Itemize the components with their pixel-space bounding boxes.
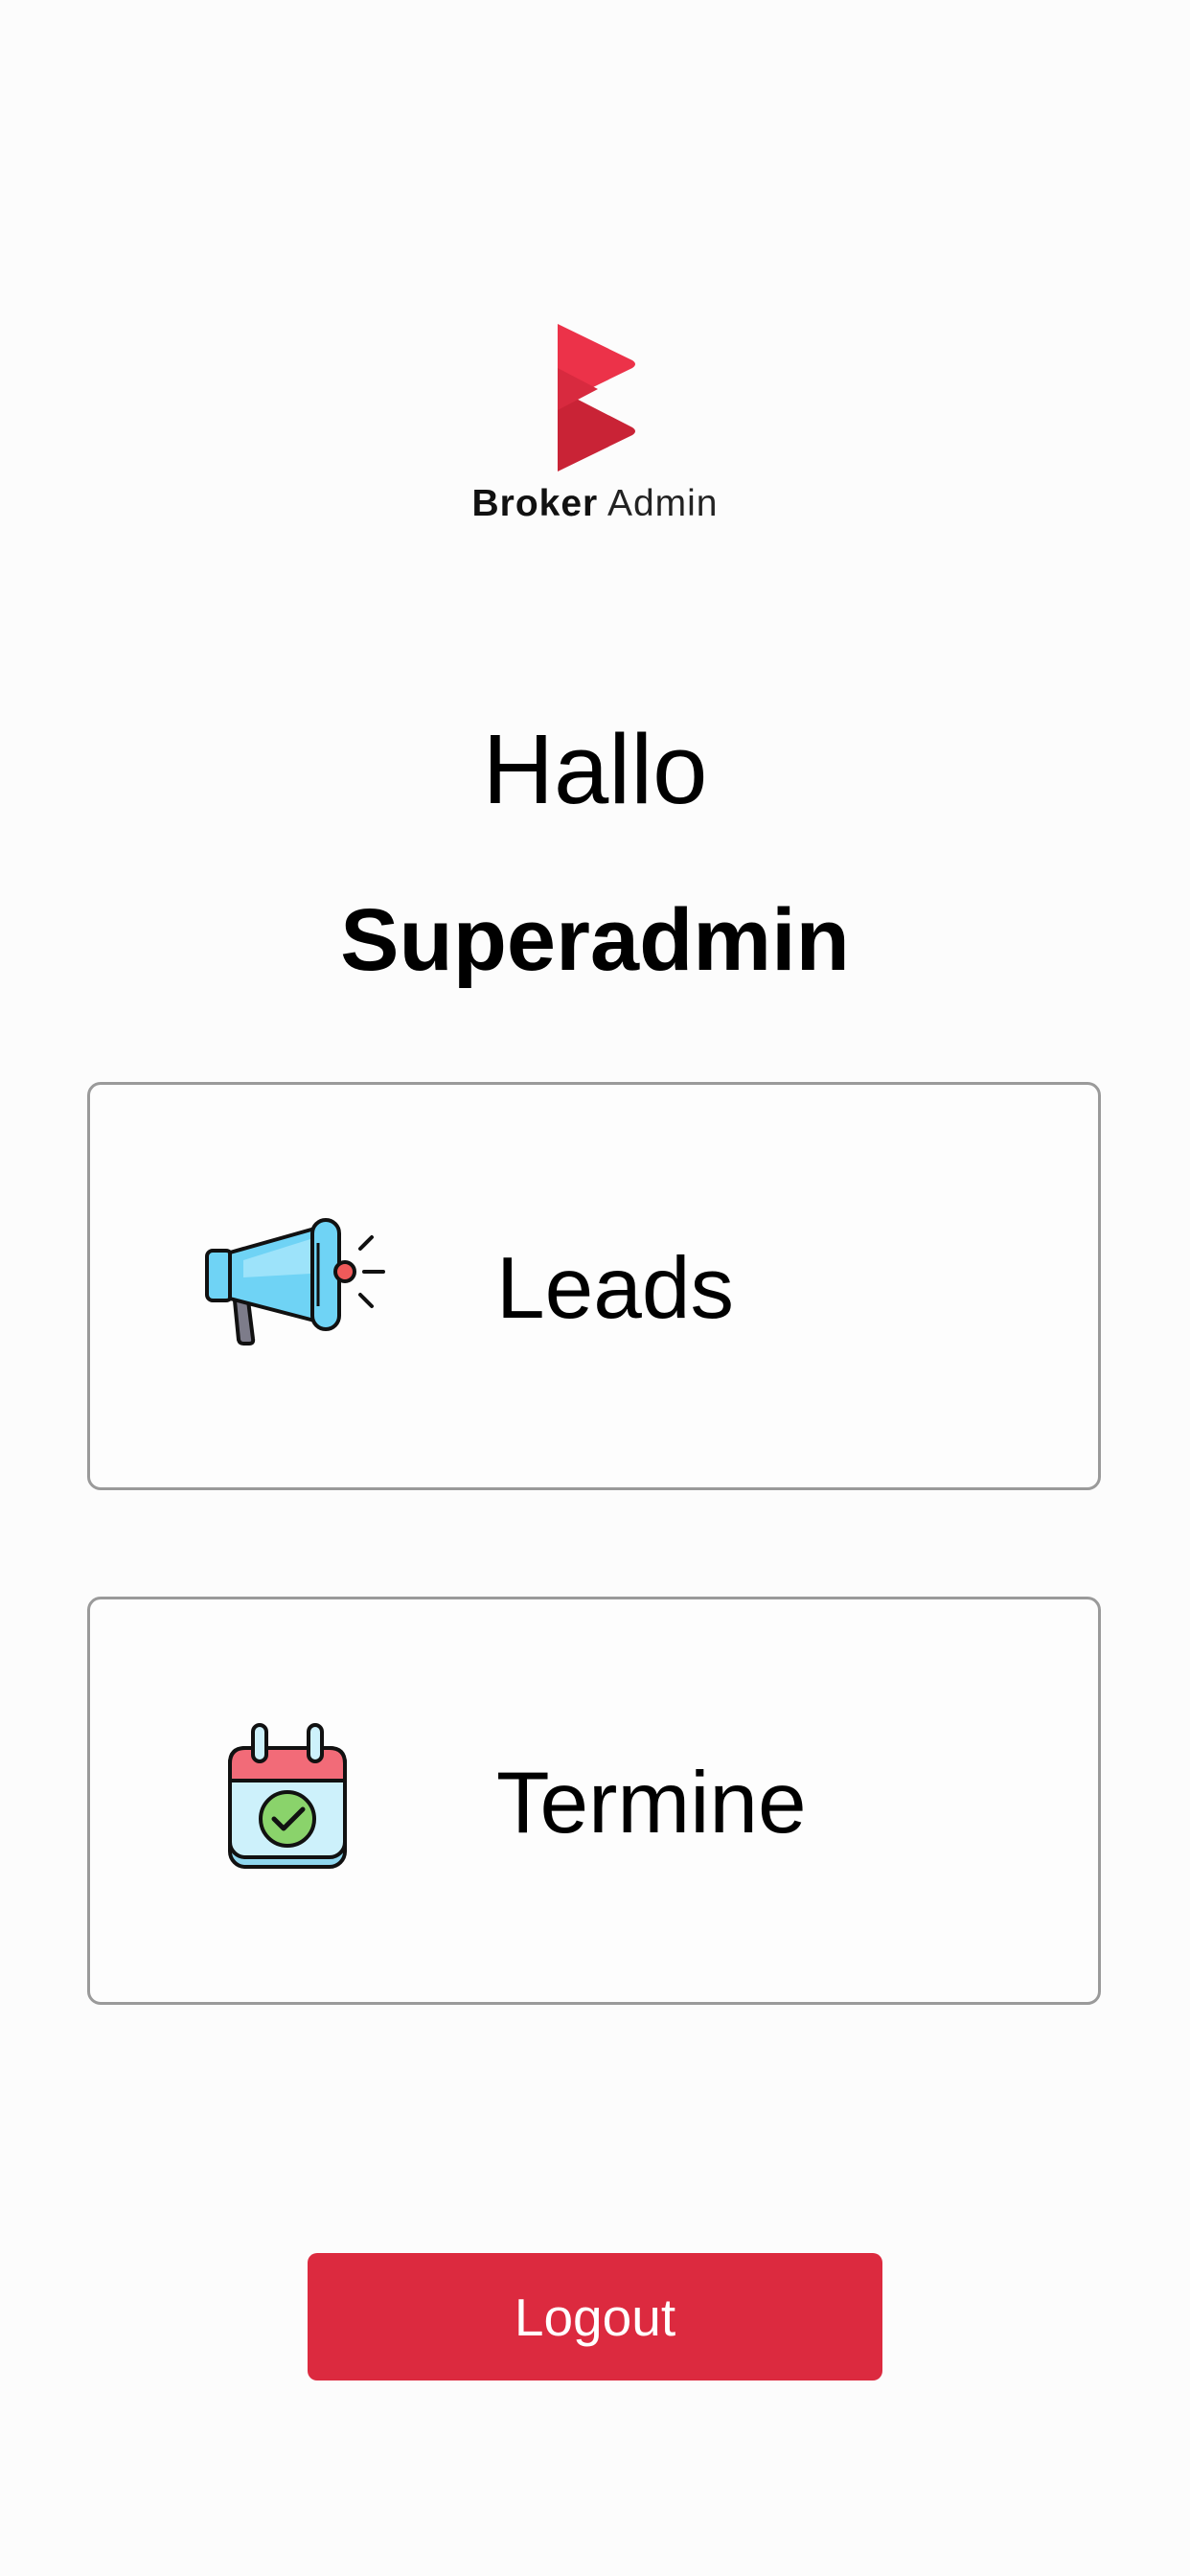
greeting-username: Superadmin <box>340 891 850 989</box>
megaphone-icon <box>205 1218 385 1346</box>
brand-name-strong: Broker <box>471 483 599 524</box>
brand-name: Broker Admin <box>0 483 1190 525</box>
logout-button[interactable]: Logout <box>308 2253 882 2380</box>
greeting-hello: Hallo <box>482 714 708 824</box>
brand-logo: Broker Admin <box>0 316 1190 546</box>
calendar-check-icon <box>228 1723 347 1869</box>
broker-admin-logo-icon <box>558 324 635 472</box>
leads-label: Leads <box>496 1240 734 1337</box>
termine-card[interactable]: Termine <box>87 1597 1101 2005</box>
termine-label: Termine <box>496 1755 807 1852</box>
brand-name-light: Admin <box>606 483 719 524</box>
leads-card[interactable]: Leads <box>87 1082 1101 1490</box>
